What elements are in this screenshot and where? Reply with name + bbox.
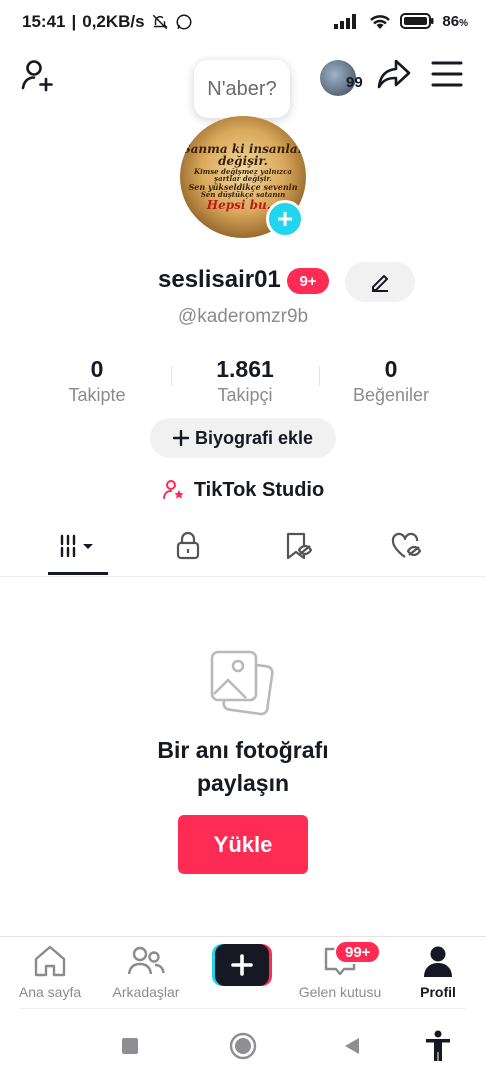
- nav-profile[interactable]: Profil: [390, 944, 486, 1000]
- friends-icon: [127, 946, 165, 975]
- stat-divider: [171, 366, 172, 386]
- accessibility-button[interactable]: [420, 1028, 456, 1064]
- stat-following[interactable]: 0 Takipte: [27, 356, 167, 406]
- share-icon[interactable]: [376, 56, 412, 92]
- signal-icon: [334, 14, 357, 29]
- tabs-divider: [0, 576, 486, 577]
- bottom-nav-divider: [0, 936, 486, 937]
- whatsapp-icon: [176, 14, 192, 30]
- status-bar-right: 86%: [334, 12, 468, 30]
- circle-icon: [229, 1032, 257, 1060]
- tiktok-studio-link[interactable]: TikTok Studio: [0, 478, 486, 502]
- studio-person-star-icon: [162, 480, 184, 499]
- network-speed: 0,2KB/s: [82, 12, 145, 31]
- stat-divider: [319, 366, 320, 386]
- upload-button[interactable]: Yükle: [178, 815, 308, 874]
- tab-private[interactable]: [158, 528, 218, 564]
- story-count-badge: 99: [346, 74, 363, 91]
- pencil-icon: [372, 275, 388, 292]
- tab-liked[interactable]: [378, 528, 438, 564]
- home-icon: [34, 945, 66, 977]
- battery-percentage: 86%: [442, 12, 468, 30]
- back-triangle-icon: [345, 1038, 359, 1054]
- active-tab-indicator: [48, 572, 108, 575]
- stat-followers[interactable]: 1.861 Takipçi: [175, 356, 315, 406]
- square-icon: [122, 1038, 138, 1054]
- notifications-muted-icon: [152, 14, 168, 30]
- tab-videos[interactable]: [48, 528, 108, 564]
- stat-likes[interactable]: 0 Beğeniler: [321, 356, 461, 406]
- user-handle: @kaderomzr9b: [177, 306, 309, 327]
- username-notification-badge[interactable]: 9+: [287, 268, 329, 294]
- menu-icon[interactable]: [430, 60, 464, 88]
- clock: 15:41: [22, 12, 66, 31]
- add-friend-icon[interactable]: [20, 58, 56, 94]
- recent-apps-button[interactable]: [112, 1028, 148, 1064]
- accessibility-icon: [426, 1030, 450, 1061]
- home-system-button[interactable]: [225, 1028, 261, 1064]
- system-nav-divider: [20, 1008, 466, 1009]
- username: seslisair01: [158, 266, 281, 293]
- add-avatar-plus-icon[interactable]: +: [266, 200, 304, 238]
- battery-icon: [400, 13, 434, 29]
- wifi-icon: [370, 15, 391, 29]
- note-text: N'aber?: [207, 77, 277, 100]
- add-bio-button[interactable]: Biyografi ekle: [150, 418, 336, 458]
- nav-friends[interactable]: Arkadaşlar: [98, 944, 194, 1000]
- profile-icon: [424, 946, 452, 977]
- empty-state-title: Bir anı fotoğrafı paylaşın: [157, 737, 329, 796]
- back-button[interactable]: [334, 1028, 370, 1064]
- nav-home[interactable]: Ana sayfa: [2, 944, 98, 1000]
- inbox-badge: 99+: [334, 940, 382, 964]
- lock-icon: [176, 531, 200, 560]
- edit-profile-button[interactable]: [345, 262, 415, 302]
- create-video-button[interactable]: [212, 944, 274, 986]
- bookmark-hidden-icon: [286, 532, 313, 560]
- tab-reposts[interactable]: [268, 528, 328, 564]
- status-bar-left: 15:41 | 0,2KB/s: [22, 12, 193, 32]
- heart-hidden-icon: [391, 532, 422, 558]
- note-bubble[interactable]: N'aber?: [194, 60, 290, 118]
- plus-icon: [172, 430, 189, 446]
- grid-filter-icon: [60, 534, 93, 558]
- photos-icon: [210, 650, 274, 716]
